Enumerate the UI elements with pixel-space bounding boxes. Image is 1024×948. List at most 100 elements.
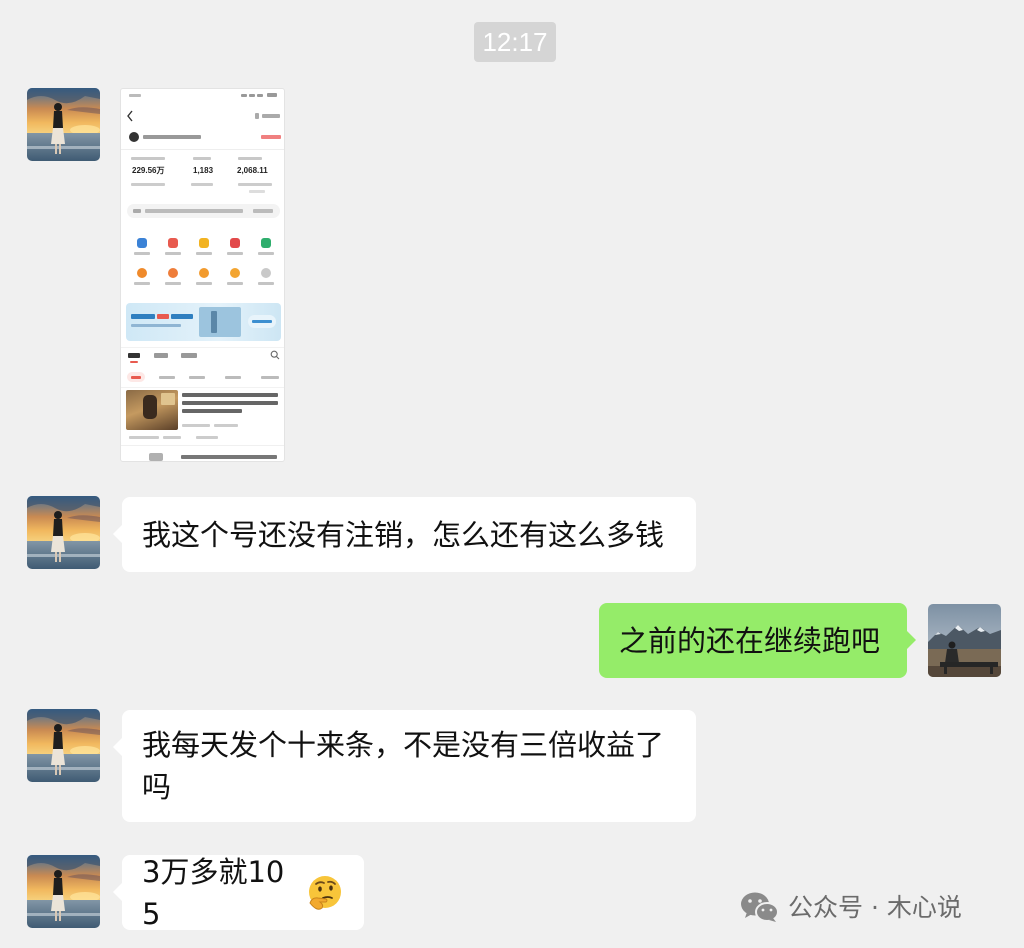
thumbnail-grid-icon [261,238,271,248]
thumbnail-text-line [227,252,243,255]
thumbnail-text-line [131,314,155,319]
thumbnail-text-line [249,190,265,193]
thumbnail-text-line [196,252,212,255]
thumbnail-banner-image [211,311,217,333]
wechat-logo-icon [740,891,780,923]
image-message[interactable]: 229.56万 1,183 2,068.11 [120,88,285,462]
thumbnail-text-line [131,157,165,160]
thumbnail-account-avatar [129,132,139,142]
watermark-text: 公众号 · 木心说 [788,893,962,922]
message-text: 我这个号还没有注销，怎么还有这么多钱 [142,517,665,552]
thumbnail-text-line [238,183,272,186]
thumbnail-text-line [131,183,165,186]
thumbnail-divider [121,445,284,446]
message-text: 我每天发个十来条，不是没有三倍收益了吗 [142,728,665,804]
thumbnail-divider [121,347,284,348]
thumbnail-divider [121,149,284,150]
message-bubble[interactable]: 我每天发个十来条，不是没有三倍收益了吗 [113,710,696,822]
thumbnail-text-line [157,314,169,319]
my-avatar[interactable] [928,604,1001,677]
thumbnail-text-line [191,183,213,186]
thumbnail-text-line [182,393,278,397]
thumbnail-article-image [149,453,163,461]
thumbnail-grid-icon [261,268,271,278]
thumbnail-text-line [238,157,262,160]
thumbnail-text-line [253,209,273,213]
thumbnail-grid-icon [137,268,147,278]
sunset-avatar-icon [27,855,100,928]
thinking-face-icon [304,873,344,913]
thumbnail-text-line [129,436,159,439]
thumbnail-text-line [196,282,212,285]
thumbnail-status-icon [241,94,247,97]
sender-avatar[interactable] [27,855,100,928]
thumbnail-text-line [227,282,243,285]
thumbnail-text-line [182,401,278,405]
sunset-avatar-icon [27,496,100,569]
thumbnail-grid-icon [137,238,147,248]
thumbnail-article-image [143,395,157,419]
message-bubble-outgoing[interactable]: 之前的还在继续跑吧 [599,603,916,678]
thumbnail-text-line [193,157,211,160]
thumbnail-grid-icon [230,268,240,278]
thumbnail-banner-image [199,307,241,337]
thumbnail-text-line [225,376,241,379]
sunset-avatar-icon [27,709,100,782]
thumbnail-tab-indicator [130,361,138,363]
thumbnail-share-icon [255,113,259,119]
thumbnail-status-time [129,94,141,97]
sunset-avatar-icon [27,88,100,161]
thumbnail-text-line [131,376,141,379]
thumbnail-text-line [196,436,218,439]
thumbnail-status-icon [249,94,255,97]
thumbnail-text-line [133,209,141,213]
thumbnail-text-line [165,252,181,255]
thumbnail-text-line [181,455,277,459]
mountain-avatar-icon [928,604,1001,677]
thumbnail-text-line [182,424,210,427]
thumbnail-text-line [182,409,242,413]
thumbnail-text-line [262,114,280,118]
thumbnail-text-line [134,252,150,255]
thumbnail-search-icon [270,350,280,360]
thumbnail-grid-icon [168,238,178,248]
thumbnail-stat-value: 1,183 [193,166,214,175]
thumbnail-text-line [165,282,181,285]
thumbnail-grid-icon [199,268,209,278]
sender-avatar[interactable] [27,88,100,161]
thumbnail-text-line [128,353,140,358]
sender-avatar[interactable] [27,496,100,569]
thumbnail-text-line [154,353,168,358]
sender-avatar[interactable] [27,709,100,782]
thumbnail-text-line [143,135,201,139]
message-text: 之前的还在继续跑吧 [619,623,881,658]
thumbnail-stat-value: 2,068.11 [237,166,268,175]
message-timestamp: 12:17 [474,22,556,62]
thumbnail-text-line [258,252,274,255]
thumbnail-status-icon [257,94,263,97]
thumbnail-grid-icon [230,238,240,248]
thumbnail-text-line [261,135,281,139]
message-text: 3万多就105 [142,854,285,931]
thumbnail-text-line [131,324,181,327]
thumbnail-text-line [134,282,150,285]
thumbnail-text-line [252,320,272,323]
message-bubble[interactable]: 我这个号还没有注销，怎么还有这么多钱 [113,497,696,572]
thumbnail-text-line [258,282,274,285]
thumbnail-grid-icon [199,238,209,248]
thumbnail-divider [121,387,284,388]
thumbnail-text-line [261,376,279,379]
message-bubble[interactable]: 3万多就105 [113,855,364,931]
thumbnail-article-image [161,393,175,405]
thumbnail-back-icon [127,110,133,122]
thumbnail-text-line [189,376,205,379]
thumbnail-text-line [214,424,238,427]
thumbnail-screen [121,89,284,461]
thumbnail-text-line [159,376,175,379]
thumbnail-text-line [171,314,193,319]
thumbnail-text-line [163,436,181,439]
thumbnail-grid-icon [168,268,178,278]
thumbnail-text-line [145,209,243,213]
thumbnail-text-line [181,353,197,358]
thumbnail-stat-value: 229.56万 [132,166,165,175]
